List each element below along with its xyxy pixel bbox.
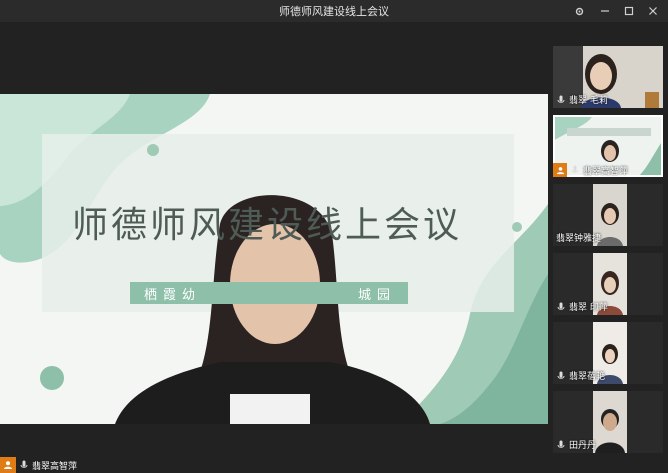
participant-name: 翡翠钟雅捷	[556, 234, 602, 244]
minimize-icon[interactable]	[592, 0, 618, 22]
participant-tile[interactable]: 翡翠高智萍	[553, 115, 663, 177]
mic-icon	[556, 95, 566, 105]
self-view-label: 翡翠高智萍	[0, 457, 77, 473]
participant-label: 田丹丹	[556, 438, 596, 451]
participant-tile[interactable]: 翡翠钟雅捷	[553, 184, 663, 246]
school-name-right: 城园	[357, 287, 396, 303]
maximize-icon[interactable]	[616, 0, 642, 22]
mic-icon	[570, 165, 580, 175]
school-banner: 栖霞幼 城园	[130, 282, 408, 304]
self-view-name: 翡翠高智萍	[32, 461, 78, 472]
participant-label: 翡翠 毛莉	[556, 93, 608, 106]
participant-label: 翡翠 印萍	[556, 300, 608, 313]
window-title: 师德师风建设线上会议	[279, 5, 389, 18]
school-name-left: 栖霞幼	[144, 287, 202, 303]
participant-tile[interactable]: 翡翠 毛莉	[553, 46, 663, 108]
close-icon[interactable]	[640, 0, 666, 22]
participant-name: 翡翠高智萍	[583, 166, 629, 177]
host-icon	[553, 163, 567, 177]
participant-tile[interactable]: 田丹丹	[553, 391, 663, 453]
host-icon	[0, 457, 16, 473]
mic-icon	[556, 302, 566, 312]
mic-icon	[556, 440, 566, 450]
participant-name: 翡翠 印萍	[569, 303, 608, 313]
participant-label: 翡翠高智萍	[553, 163, 628, 177]
slide-decoration	[0, 94, 548, 424]
mic-icon	[19, 460, 29, 470]
participant-name: 翡翠蓓艳	[569, 372, 606, 382]
participant-name: 翡翠 毛莉	[569, 96, 608, 106]
mic-icon	[556, 371, 566, 381]
participant-label: 翡翠蓓艳	[556, 369, 605, 382]
participant-label: 翡翠钟雅捷	[556, 231, 601, 244]
participant-tile[interactable]: 翡翠 印萍	[553, 253, 663, 315]
shared-slide: 师德师风建设线上会议 栖霞幼 城园	[0, 94, 548, 424]
participant-sidebar[interactable]: 翡翠 毛莉 翡翠高智萍 翡翠钟雅捷 翡翠 印萍 翡翠蓓艳 田丹丹	[548, 22, 668, 473]
slide-title: 师德师风建设线上会议	[72, 205, 463, 246]
settings-icon[interactable]	[566, 0, 592, 22]
participant-tile[interactable]: 翡翠蓓艳	[553, 322, 663, 384]
main-stage: 师德师风建设线上会议 栖霞幼 城园 翡翠高智萍	[0, 22, 548, 473]
participant-name: 田丹丹	[569, 441, 597, 451]
